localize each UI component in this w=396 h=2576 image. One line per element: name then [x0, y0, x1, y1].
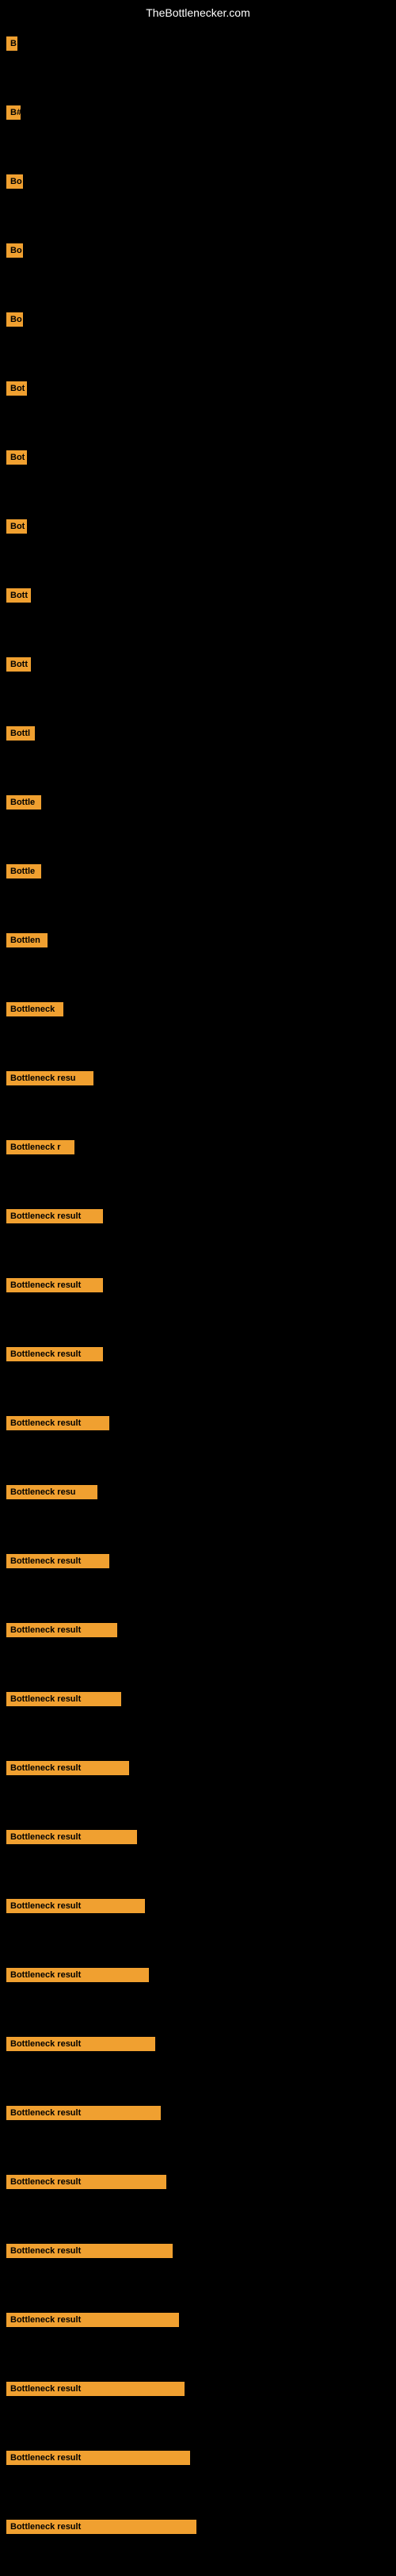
badge-row-33: Bottleneck result: [0, 2300, 396, 2369]
badge-row-19: Bottleneck result: [0, 1334, 396, 1403]
badge-36: Bottleneck result: [6, 2520, 196, 2534]
badge-30: Bottleneck result: [6, 2106, 161, 2120]
badge-24: Bottleneck result: [6, 1692, 121, 1706]
badge-16: Bottleneck r: [6, 1140, 74, 1154]
badge-26: Bottleneck result: [6, 1830, 137, 1844]
badge-23: Bottleneck result: [6, 1623, 117, 1637]
badge-row-9: Bott: [0, 645, 396, 714]
badge-35: Bottleneck result: [6, 2451, 190, 2465]
badge-row-3: Bo: [0, 231, 396, 300]
badge-10: Bottl: [6, 726, 35, 741]
badge-row-4: Bo: [0, 300, 396, 369]
badge-22: Bottleneck result: [6, 1554, 109, 1568]
badge-row-36: Bottleneck result: [0, 2507, 396, 2576]
badge-18: Bottleneck result: [6, 1278, 103, 1292]
badge-row-27: Bottleneck result: [0, 1886, 396, 1955]
badge-row-17: Bottleneck result: [0, 1196, 396, 1265]
badge-5: Bot: [6, 381, 27, 396]
badge-17: Bottleneck result: [6, 1209, 103, 1223]
badge-34: Bottleneck result: [6, 2382, 185, 2396]
badge-row-35: Bottleneck result: [0, 2438, 396, 2507]
badge-7: Bot: [6, 519, 27, 534]
badge-20: Bottleneck result: [6, 1416, 109, 1430]
badge-1: B#: [6, 105, 21, 120]
badge-row-10: Bottl: [0, 714, 396, 783]
badge-8: Bott: [6, 588, 31, 603]
badge-4: Bo: [6, 312, 23, 327]
badge-14: Bottleneck: [6, 1002, 63, 1016]
badge-11: Bottle: [6, 795, 41, 810]
badge-row-7: Bot: [0, 507, 396, 576]
badge-row-16: Bottleneck r: [0, 1127, 396, 1196]
badge-row-24: Bottleneck result: [0, 1679, 396, 1748]
badge-25: Bottleneck result: [6, 1761, 129, 1775]
badge-row-12: Bottle: [0, 852, 396, 921]
badge-row-30: Bottleneck result: [0, 2093, 396, 2162]
badges-container: B B# Bo Bo Bo Bot Bot Bot Bott Bott Bottl Bottle Bot…: [0, 24, 396, 2576]
badge-row-28: Bottleneck result: [0, 1955, 396, 2024]
badge-28: Bottleneck result: [6, 1968, 149, 1982]
badge-0: B: [6, 36, 17, 51]
badge-row-21: Bottleneck resu: [0, 1472, 396, 1541]
badge-row-31: Bottleneck result: [0, 2162, 396, 2231]
badge-15: Bottleneck resu: [6, 1071, 93, 1085]
badge-row-6: Bot: [0, 438, 396, 507]
badge-6: Bot: [6, 450, 27, 465]
badge-row-11: Bottle: [0, 783, 396, 852]
badge-row-23: Bottleneck result: [0, 1610, 396, 1679]
badge-row-18: Bottleneck result: [0, 1265, 396, 1334]
badge-row-25: Bottleneck result: [0, 1748, 396, 1817]
badge-row-34: Bottleneck result: [0, 2369, 396, 2438]
badge-33: Bottleneck result: [6, 2313, 179, 2327]
badge-row-5: Bot: [0, 369, 396, 438]
badge-row-20: Bottleneck result: [0, 1403, 396, 1472]
badge-31: Bottleneck result: [6, 2175, 166, 2189]
badge-29: Bottleneck result: [6, 2037, 155, 2051]
badge-row-14: Bottleneck: [0, 989, 396, 1058]
badge-27: Bottleneck result: [6, 1899, 145, 1913]
badge-row-8: Bott: [0, 576, 396, 645]
badge-21: Bottleneck resu: [6, 1485, 97, 1499]
badge-19: Bottleneck result: [6, 1347, 103, 1361]
badge-9: Bott: [6, 657, 31, 672]
badge-row-32: Bottleneck result: [0, 2231, 396, 2300]
badge-2: Bo: [6, 174, 23, 189]
badge-row-13: Bottlen: [0, 921, 396, 989]
badge-13: Bottlen: [6, 933, 48, 947]
badge-3: Bo: [6, 243, 23, 258]
badge-row-2: Bo: [0, 162, 396, 231]
badge-12: Bottle: [6, 864, 41, 878]
badge-row-22: Bottleneck result: [0, 1541, 396, 1610]
badge-row-26: Bottleneck result: [0, 1817, 396, 1886]
badge-row-15: Bottleneck resu: [0, 1058, 396, 1127]
site-title: TheBottlenecker.com: [0, 6, 396, 19]
badge-32: Bottleneck result: [6, 2244, 173, 2258]
badge-row-1: B#: [0, 93, 396, 162]
badge-row-29: Bottleneck result: [0, 2024, 396, 2093]
badge-row-0: B: [0, 24, 396, 93]
